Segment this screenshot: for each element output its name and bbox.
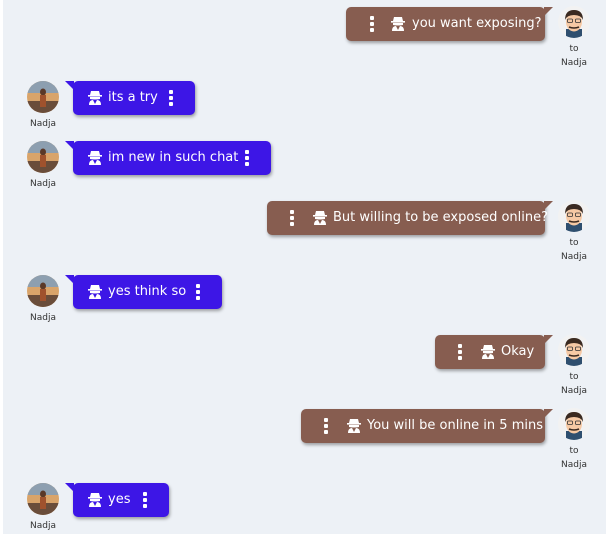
- message-text: But willing to be exposed online?: [333, 210, 549, 225]
- recipient-to-label: to: [569, 372, 579, 382]
- recipient-to-label: to: [569, 44, 579, 54]
- message-text: You will be online in 5 mins: [367, 418, 543, 433]
- spy-icon: [88, 285, 102, 299]
- bubble-tail: [65, 141, 74, 150]
- message-text: Okay: [501, 344, 535, 359]
- message-bubble-outgoing[interactable]: Okay: [435, 335, 553, 369]
- spy-icon: [313, 211, 327, 225]
- message-menu-icon[interactable]: [290, 210, 294, 226]
- recipient-to-label: to: [569, 446, 579, 456]
- message-text: you want exposing?: [412, 16, 542, 31]
- contact-name: Nadja: [30, 179, 56, 189]
- self-avatar: [558, 6, 590, 38]
- bubble-tail: [65, 483, 74, 492]
- spy-icon: [88, 493, 102, 507]
- bubble-tail: [65, 81, 74, 90]
- recipient-name: Nadja: [561, 460, 587, 470]
- bubble-tail: [544, 7, 553, 16]
- self-avatar: [558, 334, 590, 366]
- message-text: its a try: [108, 90, 158, 105]
- bubble-tail: [544, 409, 553, 418]
- spy-icon: [391, 17, 405, 31]
- message-bubble-incoming[interactable]: yes: [65, 483, 169, 517]
- message-bubble-incoming[interactable]: its a try: [65, 81, 195, 115]
- message-menu-icon[interactable]: [169, 90, 173, 106]
- recipient-name: Nadja: [561, 386, 587, 396]
- self-avatar: [558, 408, 590, 440]
- recipient-name: Nadja: [561, 58, 587, 68]
- contact-avatar: [27, 483, 59, 515]
- recipient-name: Nadja: [561, 252, 587, 262]
- spy-icon: [481, 345, 495, 359]
- message-bubble-incoming[interactable]: yes think so: [65, 275, 222, 309]
- spy-icon: [88, 151, 102, 165]
- message-bubble-outgoing[interactable]: you want exposing?: [346, 7, 553, 41]
- contact-avatar: [27, 275, 59, 307]
- message-text: im new in such chat: [108, 150, 239, 165]
- spy-icon: [88, 91, 102, 105]
- recipient-to-label: to: [569, 238, 579, 248]
- message-menu-icon[interactable]: [196, 284, 200, 300]
- message-menu-icon[interactable]: [324, 418, 328, 434]
- chat-conversation: you want exposing? to Nadja Nadja its a …: [3, 0, 606, 534]
- message-menu-icon[interactable]: [370, 16, 374, 32]
- contact-avatar: [27, 81, 59, 113]
- contact-name: Nadja: [30, 521, 56, 531]
- message-text: yes think so: [108, 284, 187, 299]
- message-bubble-incoming[interactable]: im new in such chat: [65, 141, 271, 175]
- message-menu-icon[interactable]: [245, 150, 249, 166]
- message-menu-icon[interactable]: [143, 492, 147, 508]
- contact-name: Nadja: [30, 313, 56, 323]
- bubble-tail: [544, 335, 553, 344]
- message-bubble-outgoing[interactable]: You will be online in 5 mins: [301, 409, 553, 443]
- self-avatar: [558, 200, 590, 232]
- message-menu-icon[interactable]: [458, 344, 462, 360]
- bubble-tail: [65, 275, 74, 284]
- contact-name: Nadja: [30, 119, 56, 129]
- spy-icon: [347, 419, 361, 433]
- message-bubble-outgoing[interactable]: But willing to be exposed online?: [267, 201, 553, 235]
- message-text: yes: [108, 492, 131, 507]
- contact-avatar: [27, 141, 59, 173]
